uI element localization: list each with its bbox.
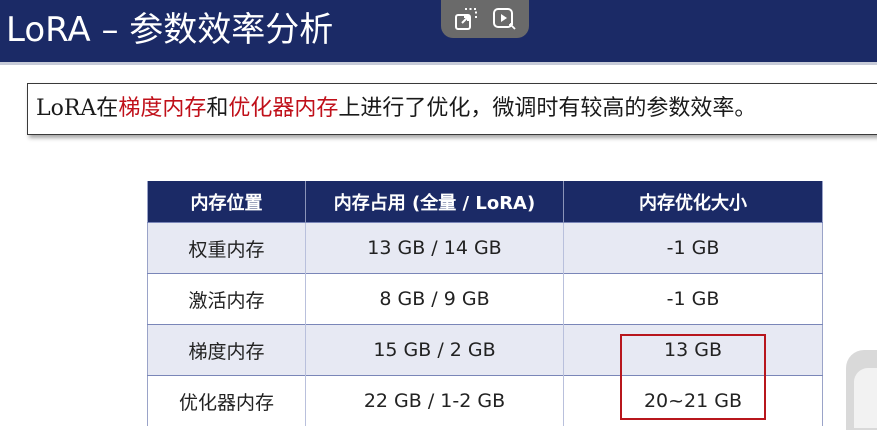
cell-usage: 13 GB / 14 GB — [305, 222, 564, 274]
cell-location: 优化器内存 — [147, 375, 306, 426]
cell-saving: -1 GB — [563, 273, 823, 325]
exit-fullscreen-icon[interactable] — [452, 5, 480, 33]
callout-part: 和 — [206, 96, 229, 121]
header-memory-saving: 内存优化大小 — [563, 181, 823, 223]
summary-callout: LoRA在梯度内存和优化器内存上进行了优化，微调时有较高的参数效率。 — [27, 83, 877, 135]
table-header-row: 内存位置 内存占用 (全量 / LoRA) 内存优化大小 — [147, 181, 823, 223]
cell-usage: 22 GB / 1-2 GB — [305, 375, 564, 426]
header-memory-usage: 内存占用 (全量 / LoRA) — [305, 181, 564, 223]
video-overlay-controls — [441, 0, 529, 38]
callout-text: LoRA在梯度内存和优化器内存上进行了优化，微调时有较高的参数效率。 — [36, 94, 756, 124]
cell-location: 权重内存 — [147, 222, 306, 274]
play-video-icon[interactable] — [490, 5, 518, 33]
cell-saving: -1 GB — [563, 222, 823, 274]
table-row: 优化器内存 22 GB / 1-2 GB 20~21 GB — [147, 375, 823, 426]
highlight-gradient-memory: 梯度内存 — [118, 96, 207, 121]
highlight-optimizer-memory: 优化器内存 — [228, 96, 339, 121]
cell-location: 激活内存 — [147, 273, 306, 325]
cell-location: 梯度内存 — [147, 324, 306, 376]
side-thumbnail-inner — [854, 368, 877, 428]
title-divider — [0, 62, 877, 65]
callout-part: LoRA在 — [36, 96, 119, 121]
slide-title: LoRA – 参数效率分析 — [6, 10, 334, 50]
cell-usage: 15 GB / 2 GB — [305, 324, 564, 376]
table-row: 激活内存 8 GB / 9 GB -1 GB — [147, 273, 823, 325]
table-row: 梯度内存 15 GB / 2 GB 13 GB — [147, 324, 823, 376]
callout-part: 上进行了优化，微调时有较高的参数效率。 — [338, 96, 757, 121]
header-memory-location: 内存位置 — [147, 181, 306, 223]
memory-table: 内存位置 内存占用 (全量 / LoRA) 内存优化大小 权重内存 13 GB … — [147, 181, 823, 426]
cell-saving: 13 GB — [563, 324, 823, 376]
cell-saving: 20~21 GB — [563, 375, 823, 426]
table-row: 权重内存 13 GB / 14 GB -1 GB — [147, 222, 823, 274]
cell-usage: 8 GB / 9 GB — [305, 273, 564, 325]
